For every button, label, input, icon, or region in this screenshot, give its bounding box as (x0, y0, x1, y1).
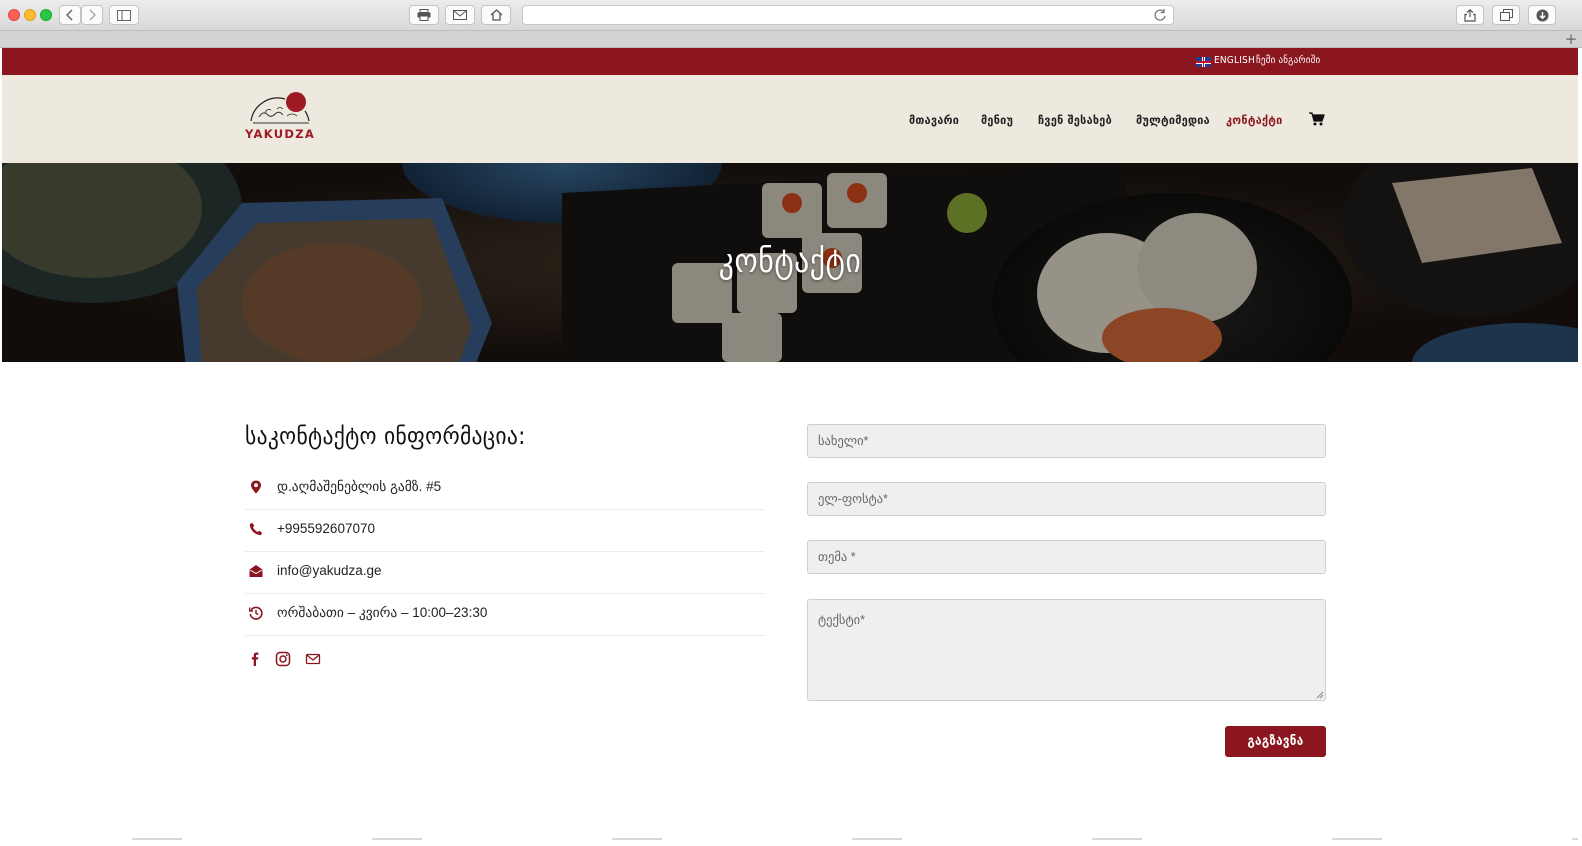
reload-icon[interactable] (1153, 8, 1167, 22)
nav-about[interactable]: ჩვენ შესახებ (1038, 113, 1112, 127)
name-input[interactable] (807, 424, 1326, 458)
language-switch-link[interactable]: ENGLISH (1214, 55, 1255, 66)
share-button[interactable] (1456, 5, 1484, 25)
instagram-icon[interactable] (275, 651, 291, 667)
send-button[interactable]: გაგზავნა (1225, 726, 1326, 757)
mail-button[interactable] (445, 5, 475, 25)
nav-menu[interactable]: მენიუ (981, 113, 1013, 127)
page-bottom-divider (2, 838, 1578, 840)
top-bar: ENGLISH ჩემი ანგარიში (2, 48, 1578, 75)
tabs-overview-button[interactable] (1492, 5, 1520, 25)
zoom-window-button[interactable] (40, 9, 52, 21)
email-row: info@yakudza.ge (245, 552, 765, 594)
shopping-cart-icon[interactable] (1309, 112, 1325, 126)
message-textarea[interactable] (807, 599, 1326, 701)
logo-text: YAKUDZA (245, 127, 315, 141)
tab-strip (0, 31, 1582, 48)
email-text[interactable]: info@yakudza.ge (277, 563, 382, 578)
chevron-left-icon (66, 9, 73, 21)
chevron-right-icon (89, 9, 96, 21)
facebook-icon[interactable] (247, 651, 263, 667)
share-icon (1464, 8, 1476, 22)
history-clock-icon (249, 606, 263, 620)
new-tab-button[interactable]: + (1562, 31, 1580, 48)
print-button[interactable] (409, 5, 439, 25)
downloads-button[interactable] (1528, 5, 1556, 25)
back-button[interactable] (59, 5, 81, 25)
nav-contact[interactable]: კონტაქტი (1226, 113, 1283, 127)
phone-icon (249, 522, 263, 536)
browser-toolbar (0, 0, 1582, 31)
hours-text: ორშაბათი – კვირა – 10:00–23:30 (277, 605, 488, 620)
web-page: ENGLISH ჩემი ანგარიში YAKUDZA მთავარი მე… (2, 48, 1578, 846)
hero-banner: კონტაქტი (2, 163, 1578, 362)
map-pin-icon (251, 480, 261, 494)
forward-button[interactable] (81, 5, 103, 25)
close-window-button[interactable] (8, 9, 20, 21)
minimize-window-button[interactable] (24, 9, 36, 21)
email-input[interactable] (807, 482, 1326, 516)
nav-multimedia[interactable]: მულტიმედია (1136, 113, 1210, 127)
download-icon (1536, 9, 1548, 21)
nav-home[interactable]: მთავარი (909, 113, 959, 127)
phone-row: +995592607070 (245, 510, 765, 552)
hours-row: ორშაბათი – კვირა – 10:00–23:30 (245, 594, 765, 636)
printer-icon (417, 9, 431, 21)
address-text: დ.აღმაშენებლის გამზ. #5 (277, 479, 442, 494)
subject-input[interactable] (807, 540, 1326, 574)
resize-grip-icon[interactable] (1315, 690, 1324, 699)
address-row: დ.აღმაშენებლის გამზ. #5 (245, 468, 765, 510)
home-button[interactable] (481, 5, 511, 25)
mail-icon[interactable] (305, 651, 321, 667)
tabs-icon (1499, 9, 1513, 21)
yakudza-logo[interactable]: YAKUDZA (245, 91, 315, 143)
phone-text[interactable]: +995592607070 (277, 521, 375, 536)
address-bar[interactable] (522, 5, 1174, 25)
uk-flag-icon (1196, 57, 1211, 67)
envelope-open-icon (249, 565, 263, 577)
sidebar-icon (117, 9, 131, 21)
contact-info-heading: საკონტაქტო ინფორმაცია: (245, 422, 526, 450)
page-title: კონტაქტი (718, 241, 862, 280)
home-icon (490, 9, 502, 21)
site-header: YAKUDZA მთავარი მენიუ ჩვენ შესახებ მულტი… (2, 75, 1578, 163)
sidebar-toggle-button[interactable] (109, 5, 139, 25)
envelope-icon (453, 10, 467, 20)
my-account-link[interactable]: ჩემი ანგარიში (1256, 55, 1320, 66)
